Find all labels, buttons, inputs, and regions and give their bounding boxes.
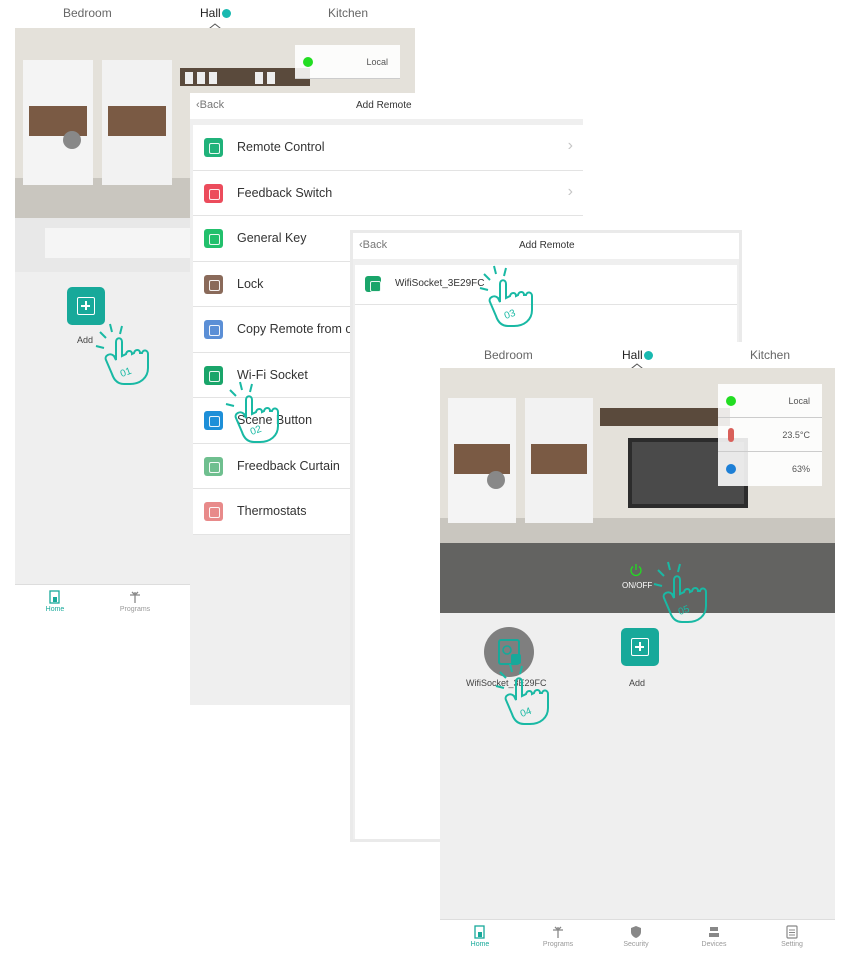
header: ‹Back Add Remote	[190, 93, 583, 119]
add-button[interactable]	[621, 628, 659, 666]
tab-hall[interactable]: Hall	[200, 6, 231, 20]
feedback-switch-icon	[204, 183, 223, 203]
add-label: Add	[77, 335, 94, 345]
back-button[interactable]: ‹Back	[196, 99, 224, 111]
programs-icon	[130, 591, 140, 603]
setting-icon	[786, 925, 798, 939]
home-icon	[474, 925, 485, 939]
chevron-right-icon: ›	[567, 137, 573, 154]
room-tabs: Bedroom Hall Kitchen	[15, 0, 415, 33]
selected-dot-icon	[221, 9, 231, 19]
curtain-icon	[204, 456, 223, 476]
step-number: 05	[677, 604, 692, 618]
room-tabs: Bedroom Hall Kitchen	[440, 342, 835, 373]
screen-home-2: Bedroom Hall Kitchen Local 23.5°C 63% ON…	[440, 342, 835, 953]
tap-hand-step-04-icon: 04	[495, 663, 549, 725]
status-mode: Local	[718, 384, 822, 418]
header: ‹Back Add Remote	[353, 233, 739, 259]
nav-devices[interactable]: Devices	[684, 925, 744, 948]
status-humidity: 63%	[718, 452, 822, 486]
copy-remote-icon	[204, 320, 223, 339]
nav-programs[interactable]: Programs	[528, 925, 588, 948]
thermostat-icon	[204, 502, 223, 521]
nav-home[interactable]: Home	[450, 925, 510, 948]
tab-hall[interactable]: Hall	[622, 348, 653, 362]
wifi-socket-icon	[204, 365, 223, 385]
list-item-device[interactable]: WifiSocket_3E29FC	[355, 265, 737, 305]
page-title: Add Remote	[519, 240, 575, 251]
plus-icon	[631, 638, 649, 656]
tap-hand-step-02-icon: 02	[225, 381, 279, 443]
status-panel: Local	[295, 45, 400, 79]
nav-programs[interactable]: Programs	[105, 590, 165, 613]
nav-setting[interactable]: Setting	[762, 925, 822, 948]
power-icon[interactable]	[629, 563, 643, 577]
status-mode: Local	[295, 45, 400, 79]
status-panel: Local 23.5°C 63%	[718, 384, 822, 486]
wifi-socket-icon	[365, 276, 381, 292]
bottom-nav: Home Programs Security Devices Setting	[440, 919, 835, 953]
step-number: 02	[249, 424, 264, 438]
plus-icon	[77, 297, 95, 315]
nav-security[interactable]: Security	[606, 925, 666, 948]
status-temperature: 23.5°C	[718, 418, 822, 452]
general-key-icon	[204, 229, 223, 248]
nav-home[interactable]: Home	[25, 590, 85, 613]
remote-control-icon	[204, 138, 223, 157]
thermometer-icon	[728, 428, 734, 442]
security-icon	[631, 926, 641, 938]
list-item-remote-control[interactable]: Remote Control ›	[193, 125, 583, 171]
back-button[interactable]: ‹Back	[359, 239, 387, 251]
tap-hand-step-05-icon: 05	[653, 561, 707, 623]
tap-hand-step-01-icon: 01	[95, 323, 149, 385]
device-control-band: ON/OFF	[440, 543, 835, 613]
tab-bedroom[interactable]: Bedroom	[63, 6, 112, 20]
step-number: 03	[503, 308, 518, 322]
add-label: Add	[629, 678, 646, 688]
tap-hand-step-03-icon: 03	[479, 265, 533, 327]
step-number: 01	[119, 366, 134, 380]
water-drop-icon	[726, 464, 736, 474]
tab-bedroom[interactable]: Bedroom	[484, 348, 533, 362]
home-icon	[49, 590, 60, 604]
tab-kitchen[interactable]: Kitchen	[328, 6, 368, 20]
programs-icon	[553, 926, 563, 938]
lock-icon	[204, 274, 223, 294]
chevron-right-icon: ›	[567, 182, 573, 200]
scene-button-icon	[204, 411, 223, 430]
page-title: Add Remote	[356, 100, 412, 111]
tab-kitchen[interactable]: Kitchen	[750, 348, 790, 362]
step-number: 04	[519, 706, 534, 720]
online-indicator-icon	[303, 57, 313, 67]
onoff-label[interactable]: ON/OFF	[622, 581, 652, 590]
devices-icon	[709, 927, 719, 937]
selected-dot-icon	[643, 351, 653, 361]
online-indicator-icon	[726, 396, 736, 406]
list-item-feedback-switch[interactable]: Feedback Switch ›	[193, 171, 583, 216]
